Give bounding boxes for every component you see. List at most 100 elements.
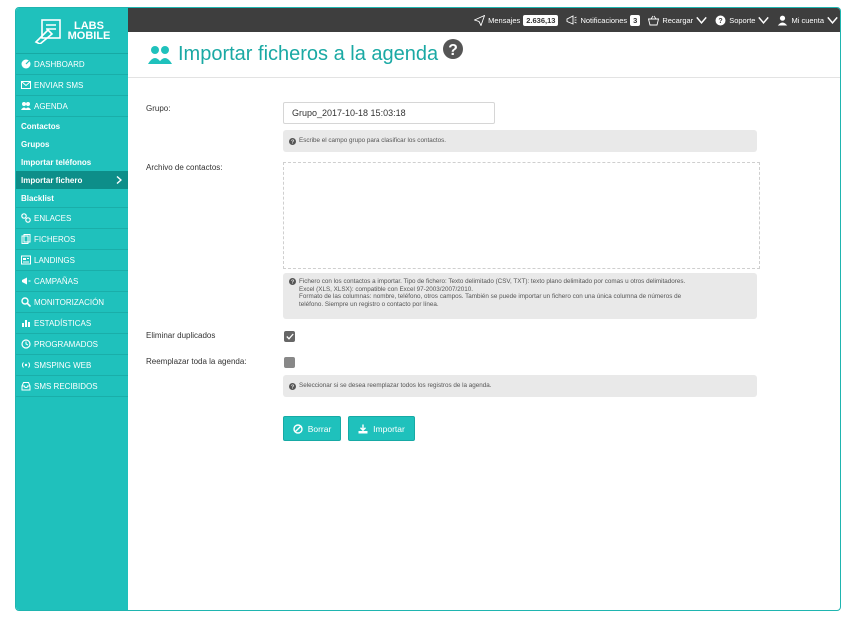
- sidebar: LABS MOBILE DASHBOARD ENVIAR SMS AGENDA …: [16, 8, 128, 610]
- sidebar-item-landings[interactable]: LANDINGS: [16, 250, 128, 271]
- campaign-icon: [22, 277, 31, 285]
- sidebar-item-label: ESTADÍSTICAS: [34, 318, 92, 328]
- top-bar: Mensajes 2.636,13 Notificaciones 3 Recar…: [128, 8, 840, 32]
- sidebar-subitem-label: Contactos: [21, 121, 61, 131]
- account-menu[interactable]: Mi cuenta: [777, 15, 838, 26]
- inbox-icon: [21, 382, 31, 391]
- sidebar-subitem-importar-telefonos[interactable]: Importar teléfonos: [16, 153, 128, 171]
- sidebar-item-campanas[interactable]: CAMPAÑAS: [16, 271, 128, 292]
- title-divider: [128, 77, 840, 78]
- messages-menu[interactable]: Mensajes 2.636,13: [474, 14, 559, 26]
- brand-name: LABS MOBILE: [67, 19, 111, 42]
- recharge-menu[interactable]: Recargar: [648, 15, 707, 26]
- page-title: Importar ficheros a la agenda ?: [148, 38, 465, 66]
- sidebar-item-sms-recibidos[interactable]: SMS RECIBIDOS: [16, 376, 128, 397]
- archivo-help-line: Fichero con los contactos a importar. Ti…: [299, 278, 686, 285]
- reemplazar-help-text: Seleccionar si se desea reemplazar todos…: [299, 382, 492, 390]
- sidebar-item-label: SMS RECIBIDOS: [34, 381, 98, 391]
- notifications-label: Notificaciones: [580, 15, 628, 25]
- grupo-help-box: ? Escribe el campo grupo para clasificar…: [283, 130, 757, 152]
- page-title-text: Importar ficheros a la agenda: [178, 43, 439, 65]
- sidebar-item-enlaces[interactable]: ENLACES: [16, 208, 128, 229]
- link-icon: [21, 213, 31, 223]
- landing-page-icon: [21, 255, 31, 265]
- reemplazar-agenda-checkbox[interactable]: [284, 357, 295, 368]
- checkmark-icon: [285, 333, 294, 340]
- sidebar-item-label: AGENDA: [34, 101, 68, 111]
- user-icon: [778, 15, 788, 25]
- agenda-subnav: Contactos Grupos Importar teléfonos Impo…: [16, 117, 128, 207]
- files-icon: [21, 234, 31, 244]
- eliminar-duplicados-checkbox[interactable]: [284, 331, 295, 342]
- sidebar-item-dashboard[interactable]: DASHBOARD: [16, 54, 128, 75]
- chevron-down-icon: [696, 16, 707, 24]
- notifications-count-badge: 3: [630, 14, 641, 26]
- grupo-input[interactable]: Grupo_2017-10-18 15:03:18: [283, 102, 495, 124]
- grupo-help-text: Escribe el campo grupo para clasificar l…: [299, 137, 446, 145]
- messages-count-badge: 2.636,13: [523, 14, 559, 26]
- archivo-help-line: Excel (XLS, XLSX): compatible con Excel …: [299, 285, 473, 293]
- sidebar-item-label: PROGRAMADOS: [34, 339, 99, 349]
- sidebar-subitem-blacklist[interactable]: Blacklist: [16, 189, 128, 207]
- clock-icon: [21, 339, 31, 349]
- sidebar-item-label: SMSPING WEB: [34, 360, 92, 370]
- basket-icon: [648, 15, 660, 25]
- recharge-label: Recargar: [662, 15, 694, 25]
- sidebar-subitem-contactos[interactable]: Contactos: [16, 117, 128, 135]
- sidebar-subitem-label: Blacklist: [21, 193, 54, 203]
- logo-icon: [34, 18, 61, 44]
- help-icon[interactable]: ?: [441, 38, 465, 59]
- chevron-down-icon: [827, 16, 838, 24]
- main-content: Importar ficheros a la agenda ? Grupo: G…: [128, 32, 840, 610]
- sidebar-subitem-label: Grupos: [21, 139, 50, 149]
- brand-line-2: MOBILE: [67, 29, 111, 42]
- ban-icon: [292, 423, 303, 434]
- sidebar-item-label: MONITORIZACIÓN: [34, 297, 105, 307]
- sidebar-nav-secondary: ENLACES FICHEROS LANDINGS CAMPAÑAS MONIT…: [16, 207, 128, 397]
- reemplazar-agenda-label: Reemplazar toda la agenda:: [146, 357, 247, 366]
- sidebar-item-enviar-sms[interactable]: ENVIAR SMS: [16, 75, 128, 96]
- eliminar-duplicados-label: Eliminar duplicados: [146, 331, 216, 340]
- sidebar-item-programados[interactable]: PROGRAMADOS: [16, 334, 128, 355]
- archivo-help-line: Formato de las columnas: nombre, teléfon…: [299, 293, 682, 300]
- bar-chart-icon: [22, 320, 30, 327]
- sidebar-subitem-label: Importar teléfonos: [21, 157, 92, 167]
- brand-logo[interactable]: LABS MOBILE: [16, 8, 128, 54]
- sidebar-item-label: LANDINGS: [34, 255, 75, 265]
- sidebar-item-agenda[interactable]: AGENDA: [16, 96, 128, 117]
- account-label: Mi cuenta: [791, 15, 824, 25]
- dashboard-icon: [21, 59, 31, 69]
- sidebar-item-monitorizacion[interactable]: MONITORIZACIÓN: [16, 292, 128, 313]
- borrar-button-label: Borrar: [307, 423, 332, 434]
- brand-line-1: LABS: [74, 19, 104, 32]
- reemplazar-help-box: ? Seleccionar si se desea reemplazar tod…: [283, 375, 757, 397]
- support-label: Soporte: [729, 15, 756, 25]
- sidebar-item-label: ENVIAR SMS: [34, 80, 84, 90]
- users-icon: [148, 45, 172, 64]
- search-icon: [21, 297, 31, 307]
- importar-button[interactable]: Importar: [348, 416, 415, 441]
- svg-text:?: ?: [719, 18, 723, 25]
- support-menu[interactable]: ? Soporte: [715, 15, 770, 26]
- help-circle-icon: ?: [715, 15, 726, 25]
- help-circle-icon: ?: [289, 137, 296, 145]
- sidebar-subitem-importar-fichero[interactable]: Importar fichero: [16, 171, 128, 189]
- sidebar-item-estadisticas[interactable]: ESTADÍSTICAS: [16, 313, 128, 334]
- chevron-right-icon: [116, 176, 122, 184]
- help-circle-icon: ?: [289, 278, 296, 285]
- borrar-button[interactable]: Borrar: [283, 416, 341, 441]
- sidebar-item-label: DASHBOARD: [34, 59, 85, 69]
- importar-button-label: Importar: [373, 423, 405, 434]
- megaphone-icon: [567, 14, 578, 25]
- messages-label: Mensajes: [488, 15, 521, 25]
- sidebar-item-label: FICHEROS: [34, 234, 76, 244]
- archivo-help-line: teléfono. Siempre un registro o contacto…: [299, 300, 439, 308]
- notifications-menu[interactable]: Notificaciones 3: [566, 14, 641, 26]
- app-frame: LABS MOBILE DASHBOARD ENVIAR SMS AGENDA …: [15, 7, 841, 611]
- users-icon: [21, 102, 31, 110]
- sidebar-item-ficheros[interactable]: FICHEROS: [16, 229, 128, 250]
- sidebar-item-smsping-web[interactable]: SMSPING WEB: [16, 355, 128, 376]
- file-dropzone[interactable]: [283, 162, 760, 269]
- sidebar-subitem-grupos[interactable]: Grupos: [16, 135, 128, 153]
- signal-icon: [21, 362, 31, 368]
